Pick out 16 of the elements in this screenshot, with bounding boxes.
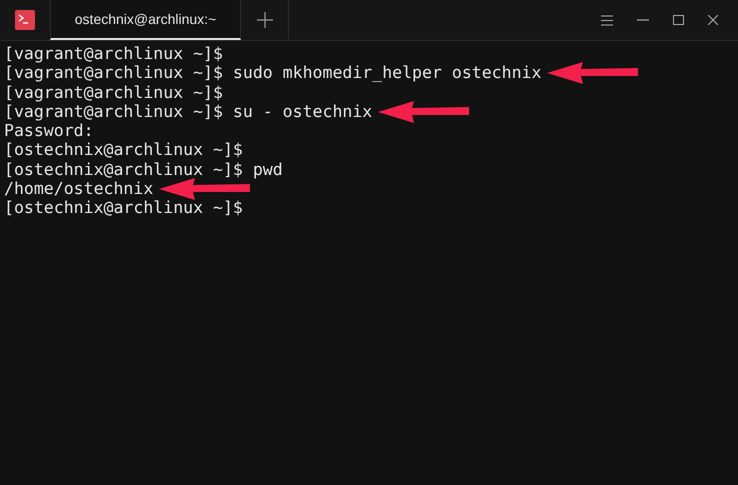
terminal-line: [vagrant@archlinux ~]$ sudo mkhomedir_helper ostechnix <box>4 63 542 83</box>
terminal-line: [ostechnix@archlinux ~]$ <box>4 198 243 218</box>
terminal-line: [vagrant@archlinux ~]$ <box>4 82 223 102</box>
maximize-icon[interactable] <box>673 15 684 25</box>
terminal-line: [ostechnix@archlinux ~]$ <box>4 140 243 160</box>
terminal-line: [vagrant@archlinux ~]$ <box>4 44 223 64</box>
minimize-icon[interactable] <box>637 19 649 21</box>
terminal-tab[interactable]: ostechnix@archlinux:~ <box>50 0 241 40</box>
menu-icon[interactable] <box>601 14 613 26</box>
terminal-line: /home/ostechnix <box>4 179 154 198</box>
plus-icon <box>256 12 272 28</box>
terminal-line: [ostechnix@archlinux ~]$ pwd <box>4 160 283 180</box>
terminal-line: [vagrant@archlinux ~]$ su - ostechnix <box>4 102 372 122</box>
terminal-app-icon <box>15 10 35 30</box>
close-icon[interactable] <box>708 15 718 25</box>
terminal-line: Password: <box>4 121 94 140</box>
